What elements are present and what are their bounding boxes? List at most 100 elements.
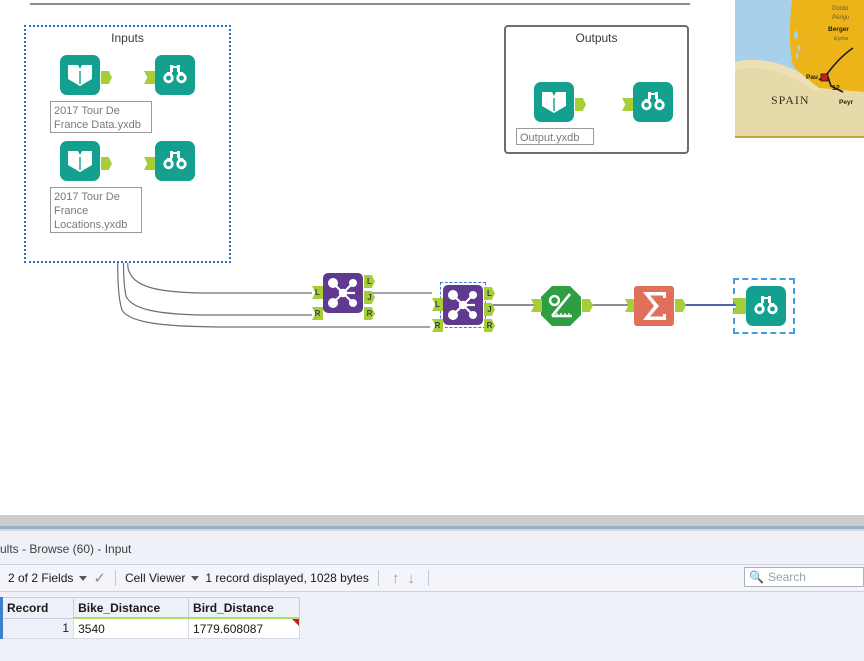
browse-1-input-anchor[interactable] — [144, 71, 155, 84]
cell-bike-distance[interactable]: 3540 — [73, 617, 190, 639]
svg-text:12: 12 — [832, 85, 840, 92]
browse-tool-inputs-2[interactable] — [144, 141, 195, 181]
join-2-right-label: R — [434, 321, 441, 330]
output-file-label: Output.yxdb — [516, 128, 594, 145]
column-header-bird-distance[interactable]: Bird_Distance — [188, 597, 300, 619]
binoculars-icon — [746, 286, 786, 326]
join-tool-2[interactable]: L R L J R — [432, 282, 495, 332]
browse-tool-outputs[interactable] — [622, 82, 673, 122]
table-row[interactable]: 1 3540 1779.608087 — [0, 617, 300, 639]
table-header-row: Record Bike_Distance Bird_Distance — [0, 597, 300, 619]
book-icon-glyph — [68, 65, 92, 86]
join-2-out-right-label: R — [486, 321, 493, 330]
browse-outputs-input-anchor[interactable] — [622, 98, 633, 111]
svg-text:SPAIN: SPAIN — [771, 93, 810, 107]
binoculars-icon — [155, 55, 195, 95]
join-icon-glyph — [328, 278, 357, 308]
results-panel-title: ults - Browse (60) - Input — [0, 542, 132, 556]
join-1-out-left-label: L — [367, 277, 372, 286]
chevron-down-icon[interactable] — [79, 575, 88, 581]
arrow-up-icon[interactable]: ↑ — [392, 570, 400, 587]
search-placeholder: Search — [767, 570, 806, 584]
join-2-join-output-anchor[interactable]: J — [484, 303, 495, 316]
output-data-tool[interactable] — [534, 82, 586, 122]
cell-record: 1 — [0, 617, 75, 639]
search-box[interactable]: 🔍 Search — [744, 567, 864, 587]
book-icon-glyph — [542, 92, 566, 113]
outputs-container-title: Outputs — [575, 31, 618, 45]
toolbar-separator-3 — [427, 570, 429, 586]
join-1-join-output-anchor[interactable]: J — [364, 291, 375, 304]
distance-output-anchor[interactable] — [582, 299, 593, 312]
distance-icon — [541, 286, 581, 326]
fields-selector[interactable]: 2 of 2 Fields ✓ — [8, 565, 106, 591]
join-1-right-output-anchor[interactable]: R — [364, 307, 375, 320]
binoculars-icon-glyph — [641, 92, 665, 111]
check-icon[interactable]: ✓ — [93, 569, 106, 587]
distance-tool[interactable] — [531, 285, 593, 330]
join-2-out-left-label: L — [487, 289, 492, 298]
join-1-out-join-label: J — [367, 293, 372, 302]
svg-text:Pau: Pau — [806, 74, 818, 81]
panel-splitter-band[interactable] — [0, 515, 864, 526]
join-1-left-output-anchor[interactable]: L — [364, 275, 375, 288]
results-toolbar[interactable]: 2 of 2 Fields ✓ Cell Viewer 1 record dis… — [0, 564, 864, 592]
nav-arrows[interactable]: ↑ ↓ — [388, 565, 419, 591]
join-icon — [323, 273, 363, 313]
join-2-left-output-anchor[interactable]: L — [484, 287, 495, 300]
results-panel[interactable]: ults - Browse (60) - Input 2 of 2 Fields… — [0, 531, 864, 661]
binoculars-icon-glyph — [163, 151, 187, 170]
join-1-left-input-anchor[interactable]: L — [312, 286, 323, 299]
input-file-label-1: 2017 Tour De France Data.yxdb — [50, 101, 152, 133]
binoculars-icon-glyph — [163, 65, 187, 84]
search-icon: 🔍 — [749, 570, 764, 584]
binoculars-icon-glyph — [754, 296, 778, 315]
binoculars-icon — [633, 82, 673, 122]
browse-final-input-anchor[interactable] — [732, 298, 746, 314]
results-data-grid[interactable]: Record Bike_Distance Bird_Distance 1 354… — [0, 597, 300, 639]
book-icon — [534, 82, 574, 122]
cell-bird-distance-value: 1779.608087 — [193, 621, 264, 636]
input-tool-1-output-anchor[interactable] — [101, 71, 112, 84]
book-icon-glyph — [68, 151, 92, 172]
svg-text:Berger: Berger — [828, 26, 849, 33]
browse-2-input-anchor[interactable] — [144, 157, 155, 170]
arrow-down-icon[interactable]: ↓ — [407, 570, 415, 587]
fields-label: 2 of 2 Fields — [8, 571, 74, 585]
cell-bird-distance[interactable]: 1779.608087 — [188, 617, 300, 639]
join-2-right-output-anchor[interactable]: R — [484, 319, 495, 332]
toolbar-separator-2 — [377, 570, 379, 586]
svg-text:Peyr: Peyr — [839, 99, 854, 106]
results-table: Record Bike_Distance Bird_Distance 1 354… — [0, 597, 300, 639]
join-2-out-join-label: J — [487, 305, 492, 314]
cell-viewer-label: Cell Viewer — [124, 571, 186, 585]
join-2-left-label: L — [435, 300, 440, 309]
browse-tool-inputs-1[interactable] — [144, 55, 195, 95]
map-preview-panel[interactable]: Dordo Périgu Berger Eyma Pau 12 Peyr SPA… — [735, 0, 864, 138]
sigma-icon — [634, 286, 674, 326]
record-status: 1 record displayed, 1028 bytes — [205, 565, 368, 591]
join-1-right-input-anchor[interactable]: R — [312, 307, 323, 320]
distance-input-anchor[interactable] — [531, 299, 542, 312]
svg-text:Périgu: Périgu — [832, 15, 850, 21]
book-icon — [60, 141, 100, 181]
input-data-tool-1[interactable] — [60, 55, 112, 95]
join-1-right-label: R — [314, 309, 321, 318]
output-tool-output-anchor[interactable] — [575, 98, 586, 111]
input-tool-2-output-anchor[interactable] — [101, 157, 112, 170]
summarize-tool[interactable] — [625, 286, 686, 326]
join-tool-1[interactable]: L R L J R — [312, 273, 375, 320]
input-data-tool-2[interactable] — [60, 141, 112, 181]
column-header-record[interactable]: Record — [0, 597, 75, 619]
join-2-right-input-anchor[interactable]: R — [432, 319, 443, 332]
join-2-left-input-anchor[interactable]: L — [432, 298, 443, 311]
summarize-output-anchor[interactable] — [675, 299, 686, 312]
workflow-canvas[interactable]: Inputs 2017 Tour De France Data.yxdb 201… — [0, 0, 864, 515]
join-1-left-label: L — [315, 288, 320, 297]
map-graphic: Dordo Périgu Berger Eyma Pau 12 Peyr SPA… — [735, 0, 864, 136]
column-header-bike-distance[interactable]: Bike_Distance — [73, 597, 190, 619]
sigma-icon-glyph — [643, 292, 666, 320]
book-icon — [60, 55, 100, 95]
chevron-down-icon[interactable] — [191, 575, 200, 581]
cell-viewer-selector[interactable]: Cell Viewer — [125, 565, 205, 591]
